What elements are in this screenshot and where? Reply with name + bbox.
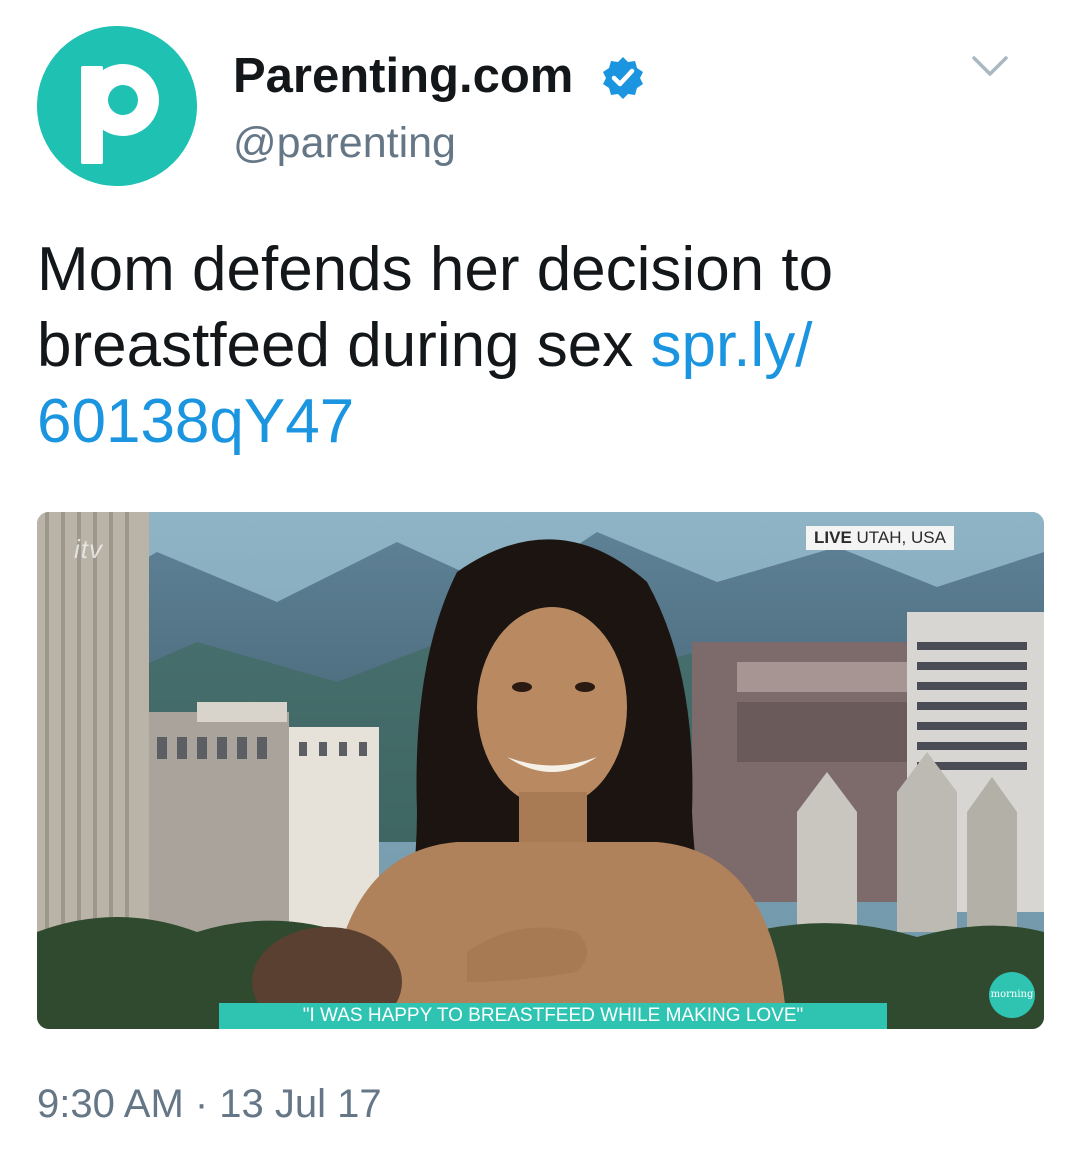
network-logo: itv <box>74 534 103 564</box>
avatar[interactable] <box>37 26 197 186</box>
media-caption: "I WAS HAPPY TO BREASTFEED WHILE MAKING … <box>219 1003 887 1029</box>
tweet-timestamp[interactable]: 9:30 AM · 13 Jul 17 <box>37 1080 382 1128</box>
live-badge-bold: LIVE <box>814 528 852 547</box>
live-badge: LIVE UTAH, USA <box>806 526 954 550</box>
verified-badge-icon <box>603 57 643 99</box>
show-logo: morning <box>989 972 1035 1018</box>
author-display-name[interactable]: Parenting.com <box>233 48 573 104</box>
tweet-text: Mom defends her decision to breastfeed d… <box>37 232 1047 460</box>
parenting-logo-icon <box>37 26 197 186</box>
chevron-down-icon[interactable] <box>970 52 1010 82</box>
media-image <box>37 512 1044 1029</box>
author-handle[interactable]: @parenting <box>233 118 456 168</box>
tweet-media[interactable]: itv LIVE UTAH, USA "I WAS HAPPY TO BREAS… <box>37 512 1044 1029</box>
live-badge-location: UTAH, USA <box>851 528 946 547</box>
